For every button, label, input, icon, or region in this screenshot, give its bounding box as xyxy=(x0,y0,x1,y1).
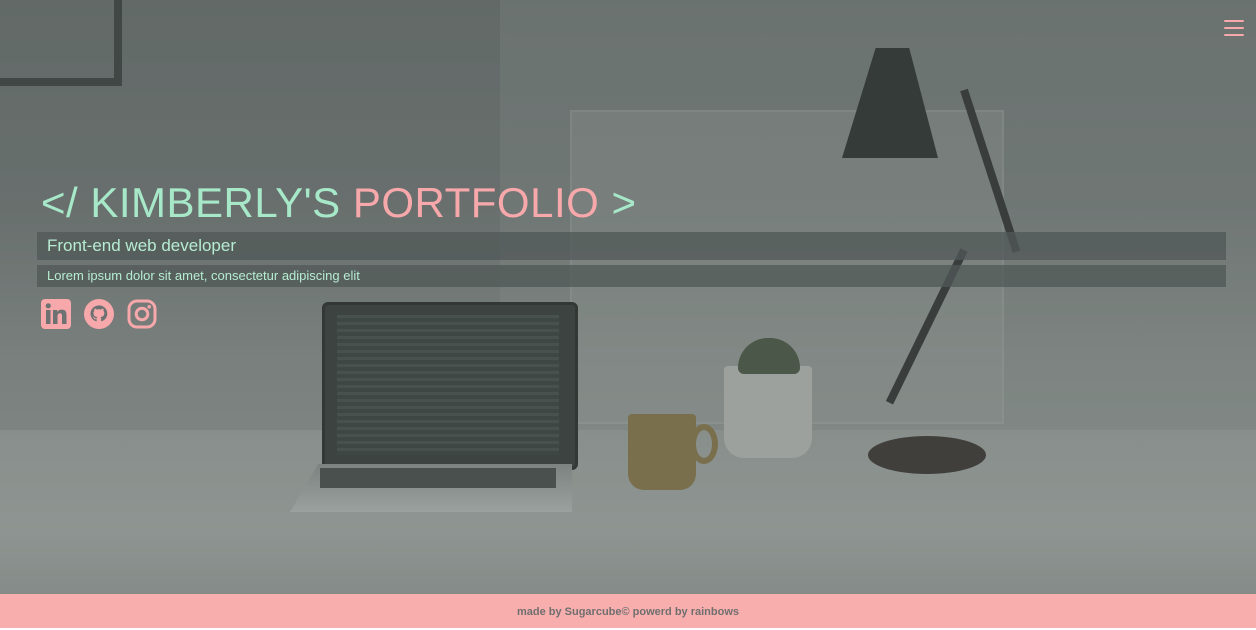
github-icon[interactable] xyxy=(84,299,114,329)
hero-section: </ KIMBERLY'S PORTFOLIO > Front-end web … xyxy=(0,0,1256,594)
title-highlight: PORTFOLIO xyxy=(352,179,600,226)
role-subtitle: Front-end web developer xyxy=(37,232,1226,260)
page-title: </ KIMBERLY'S PORTFOLIO > xyxy=(41,176,1226,230)
hero-content: </ KIMBERLY'S PORTFOLIO > Front-end web … xyxy=(37,176,1226,329)
hamburger-menu-icon[interactable] xyxy=(1224,20,1244,38)
footer: made by Sugarcube© powerd by rainbows xyxy=(0,594,1256,628)
linkedin-icon[interactable] xyxy=(41,299,71,329)
instagram-icon[interactable] xyxy=(127,299,157,329)
tagline-text: Lorem ipsum dolor sit amet, consectetur … xyxy=(37,265,1226,287)
footer-text: made by Sugarcube© powerd by rainbows xyxy=(516,606,740,618)
social-links xyxy=(41,299,1226,329)
title-prefix: </ KIMBERLY'S xyxy=(41,179,341,226)
title-suffix: > xyxy=(611,179,637,226)
